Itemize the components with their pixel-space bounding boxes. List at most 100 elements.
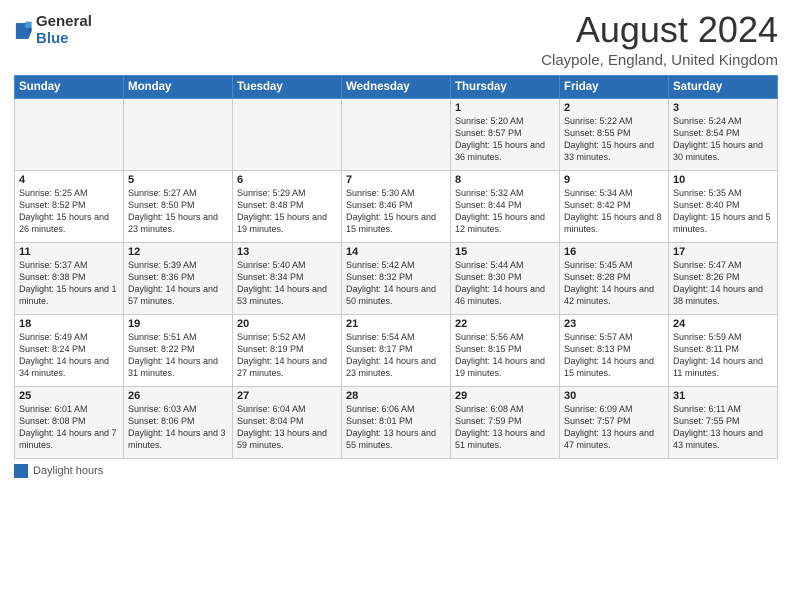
calendar-cell: 2Sunrise: 5:22 AM Sunset: 8:55 PM Daylig… bbox=[560, 98, 669, 170]
day-number: 17 bbox=[673, 246, 773, 258]
day-number: 29 bbox=[455, 390, 555, 402]
legend-box bbox=[14, 464, 28, 478]
header-row: Sunday Monday Tuesday Wednesday Thursday… bbox=[15, 75, 778, 98]
calendar-cell: 16Sunrise: 5:45 AM Sunset: 8:28 PM Dayli… bbox=[560, 242, 669, 314]
calendar-cell: 24Sunrise: 5:59 AM Sunset: 8:11 PM Dayli… bbox=[669, 314, 778, 386]
day-info: Sunrise: 5:20 AM Sunset: 8:57 PM Dayligh… bbox=[455, 115, 555, 164]
calendar-cell: 30Sunrise: 6:09 AM Sunset: 7:57 PM Dayli… bbox=[560, 386, 669, 458]
subtitle: Claypole, England, United Kingdom bbox=[541, 52, 778, 69]
day-number: 10 bbox=[673, 174, 773, 186]
calendar-cell: 25Sunrise: 6:01 AM Sunset: 8:08 PM Dayli… bbox=[15, 386, 124, 458]
calendar-cell: 6Sunrise: 5:29 AM Sunset: 8:48 PM Daylig… bbox=[233, 170, 342, 242]
day-number: 7 bbox=[346, 174, 446, 186]
day-info: Sunrise: 5:34 AM Sunset: 8:42 PM Dayligh… bbox=[564, 187, 664, 236]
calendar-cell: 26Sunrise: 6:03 AM Sunset: 8:06 PM Dayli… bbox=[124, 386, 233, 458]
calendar-cell: 8Sunrise: 5:32 AM Sunset: 8:44 PM Daylig… bbox=[451, 170, 560, 242]
title-block: August 2024 Claypole, England, United Ki… bbox=[541, 10, 778, 69]
day-number: 22 bbox=[455, 318, 555, 330]
day-number: 6 bbox=[237, 174, 337, 186]
day-info: Sunrise: 6:01 AM Sunset: 8:08 PM Dayligh… bbox=[19, 403, 119, 452]
calendar-cell: 18Sunrise: 5:49 AM Sunset: 8:24 PM Dayli… bbox=[15, 314, 124, 386]
logo-general: General bbox=[36, 14, 92, 31]
calendar-cell: 27Sunrise: 6:04 AM Sunset: 8:04 PM Dayli… bbox=[233, 386, 342, 458]
logo-text: General Blue bbox=[36, 14, 92, 47]
calendar-week-1: 1Sunrise: 5:20 AM Sunset: 8:57 PM Daylig… bbox=[15, 98, 778, 170]
calendar-cell: 13Sunrise: 5:40 AM Sunset: 8:34 PM Dayli… bbox=[233, 242, 342, 314]
day-info: Sunrise: 5:40 AM Sunset: 8:34 PM Dayligh… bbox=[237, 259, 337, 308]
day-number: 8 bbox=[455, 174, 555, 186]
day-number: 19 bbox=[128, 318, 228, 330]
calendar-cell bbox=[342, 98, 451, 170]
day-info: Sunrise: 5:45 AM Sunset: 8:28 PM Dayligh… bbox=[564, 259, 664, 308]
day-info: Sunrise: 5:57 AM Sunset: 8:13 PM Dayligh… bbox=[564, 331, 664, 380]
day-number: 9 bbox=[564, 174, 664, 186]
calendar-cell: 29Sunrise: 6:08 AM Sunset: 7:59 PM Dayli… bbox=[451, 386, 560, 458]
calendar-cell: 19Sunrise: 5:51 AM Sunset: 8:22 PM Dayli… bbox=[124, 314, 233, 386]
day-info: Sunrise: 6:04 AM Sunset: 8:04 PM Dayligh… bbox=[237, 403, 337, 452]
calendar-body: 1Sunrise: 5:20 AM Sunset: 8:57 PM Daylig… bbox=[15, 98, 778, 458]
day-number: 27 bbox=[237, 390, 337, 402]
day-number: 26 bbox=[128, 390, 228, 402]
day-info: Sunrise: 5:42 AM Sunset: 8:32 PM Dayligh… bbox=[346, 259, 446, 308]
calendar-cell: 12Sunrise: 5:39 AM Sunset: 8:36 PM Dayli… bbox=[124, 242, 233, 314]
day-number: 12 bbox=[128, 246, 228, 258]
day-info: Sunrise: 5:32 AM Sunset: 8:44 PM Dayligh… bbox=[455, 187, 555, 236]
calendar-cell: 21Sunrise: 5:54 AM Sunset: 8:17 PM Dayli… bbox=[342, 314, 451, 386]
day-info: Sunrise: 6:08 AM Sunset: 7:59 PM Dayligh… bbox=[455, 403, 555, 452]
header: General Blue August 2024 Claypole, Engla… bbox=[14, 10, 778, 69]
calendar-cell: 5Sunrise: 5:27 AM Sunset: 8:50 PM Daylig… bbox=[124, 170, 233, 242]
logo-icon bbox=[14, 20, 32, 42]
day-info: Sunrise: 5:30 AM Sunset: 8:46 PM Dayligh… bbox=[346, 187, 446, 236]
calendar-header: Sunday Monday Tuesday Wednesday Thursday… bbox=[15, 75, 778, 98]
calendar-cell bbox=[124, 98, 233, 170]
day-info: Sunrise: 5:54 AM Sunset: 8:17 PM Dayligh… bbox=[346, 331, 446, 380]
day-number: 25 bbox=[19, 390, 119, 402]
calendar-cell bbox=[233, 98, 342, 170]
calendar-cell: 14Sunrise: 5:42 AM Sunset: 8:32 PM Dayli… bbox=[342, 242, 451, 314]
day-number: 16 bbox=[564, 246, 664, 258]
day-number: 23 bbox=[564, 318, 664, 330]
col-tuesday: Tuesday bbox=[233, 75, 342, 98]
calendar-cell bbox=[15, 98, 124, 170]
day-number: 20 bbox=[237, 318, 337, 330]
day-info: Sunrise: 6:09 AM Sunset: 7:57 PM Dayligh… bbox=[564, 403, 664, 452]
calendar-week-4: 18Sunrise: 5:49 AM Sunset: 8:24 PM Dayli… bbox=[15, 314, 778, 386]
calendar-cell: 20Sunrise: 5:52 AM Sunset: 8:19 PM Dayli… bbox=[233, 314, 342, 386]
main-title: August 2024 bbox=[541, 10, 778, 50]
calendar-cell: 15Sunrise: 5:44 AM Sunset: 8:30 PM Dayli… bbox=[451, 242, 560, 314]
day-info: Sunrise: 5:56 AM Sunset: 8:15 PM Dayligh… bbox=[455, 331, 555, 380]
day-info: Sunrise: 5:35 AM Sunset: 8:40 PM Dayligh… bbox=[673, 187, 773, 236]
day-number: 21 bbox=[346, 318, 446, 330]
day-number: 24 bbox=[673, 318, 773, 330]
col-monday: Monday bbox=[124, 75, 233, 98]
day-number: 2 bbox=[564, 102, 664, 114]
day-info: Sunrise: 5:59 AM Sunset: 8:11 PM Dayligh… bbox=[673, 331, 773, 380]
col-saturday: Saturday bbox=[669, 75, 778, 98]
day-number: 5 bbox=[128, 174, 228, 186]
calendar-week-5: 25Sunrise: 6:01 AM Sunset: 8:08 PM Dayli… bbox=[15, 386, 778, 458]
col-sunday: Sunday bbox=[15, 75, 124, 98]
day-info: Sunrise: 6:06 AM Sunset: 8:01 PM Dayligh… bbox=[346, 403, 446, 452]
day-number: 28 bbox=[346, 390, 446, 402]
calendar-cell: 4Sunrise: 5:25 AM Sunset: 8:52 PM Daylig… bbox=[15, 170, 124, 242]
calendar-cell: 22Sunrise: 5:56 AM Sunset: 8:15 PM Dayli… bbox=[451, 314, 560, 386]
day-number: 15 bbox=[455, 246, 555, 258]
day-info: Sunrise: 5:25 AM Sunset: 8:52 PM Dayligh… bbox=[19, 187, 119, 236]
col-wednesday: Wednesday bbox=[342, 75, 451, 98]
col-friday: Friday bbox=[560, 75, 669, 98]
calendar-cell: 10Sunrise: 5:35 AM Sunset: 8:40 PM Dayli… bbox=[669, 170, 778, 242]
day-number: 18 bbox=[19, 318, 119, 330]
calendar-table: Sunday Monday Tuesday Wednesday Thursday… bbox=[14, 75, 778, 459]
calendar-cell: 7Sunrise: 5:30 AM Sunset: 8:46 PM Daylig… bbox=[342, 170, 451, 242]
day-info: Sunrise: 5:24 AM Sunset: 8:54 PM Dayligh… bbox=[673, 115, 773, 164]
calendar-cell: 28Sunrise: 6:06 AM Sunset: 8:01 PM Dayli… bbox=[342, 386, 451, 458]
day-info: Sunrise: 5:47 AM Sunset: 8:26 PM Dayligh… bbox=[673, 259, 773, 308]
logo-blue: Blue bbox=[36, 31, 92, 48]
day-info: Sunrise: 5:29 AM Sunset: 8:48 PM Dayligh… bbox=[237, 187, 337, 236]
day-number: 31 bbox=[673, 390, 773, 402]
calendar-cell: 1Sunrise: 5:20 AM Sunset: 8:57 PM Daylig… bbox=[451, 98, 560, 170]
day-info: Sunrise: 5:52 AM Sunset: 8:19 PM Dayligh… bbox=[237, 331, 337, 380]
legend-label: Daylight hours bbox=[33, 465, 103, 477]
day-info: Sunrise: 5:37 AM Sunset: 8:38 PM Dayligh… bbox=[19, 259, 119, 308]
calendar-week-2: 4Sunrise: 5:25 AM Sunset: 8:52 PM Daylig… bbox=[15, 170, 778, 242]
